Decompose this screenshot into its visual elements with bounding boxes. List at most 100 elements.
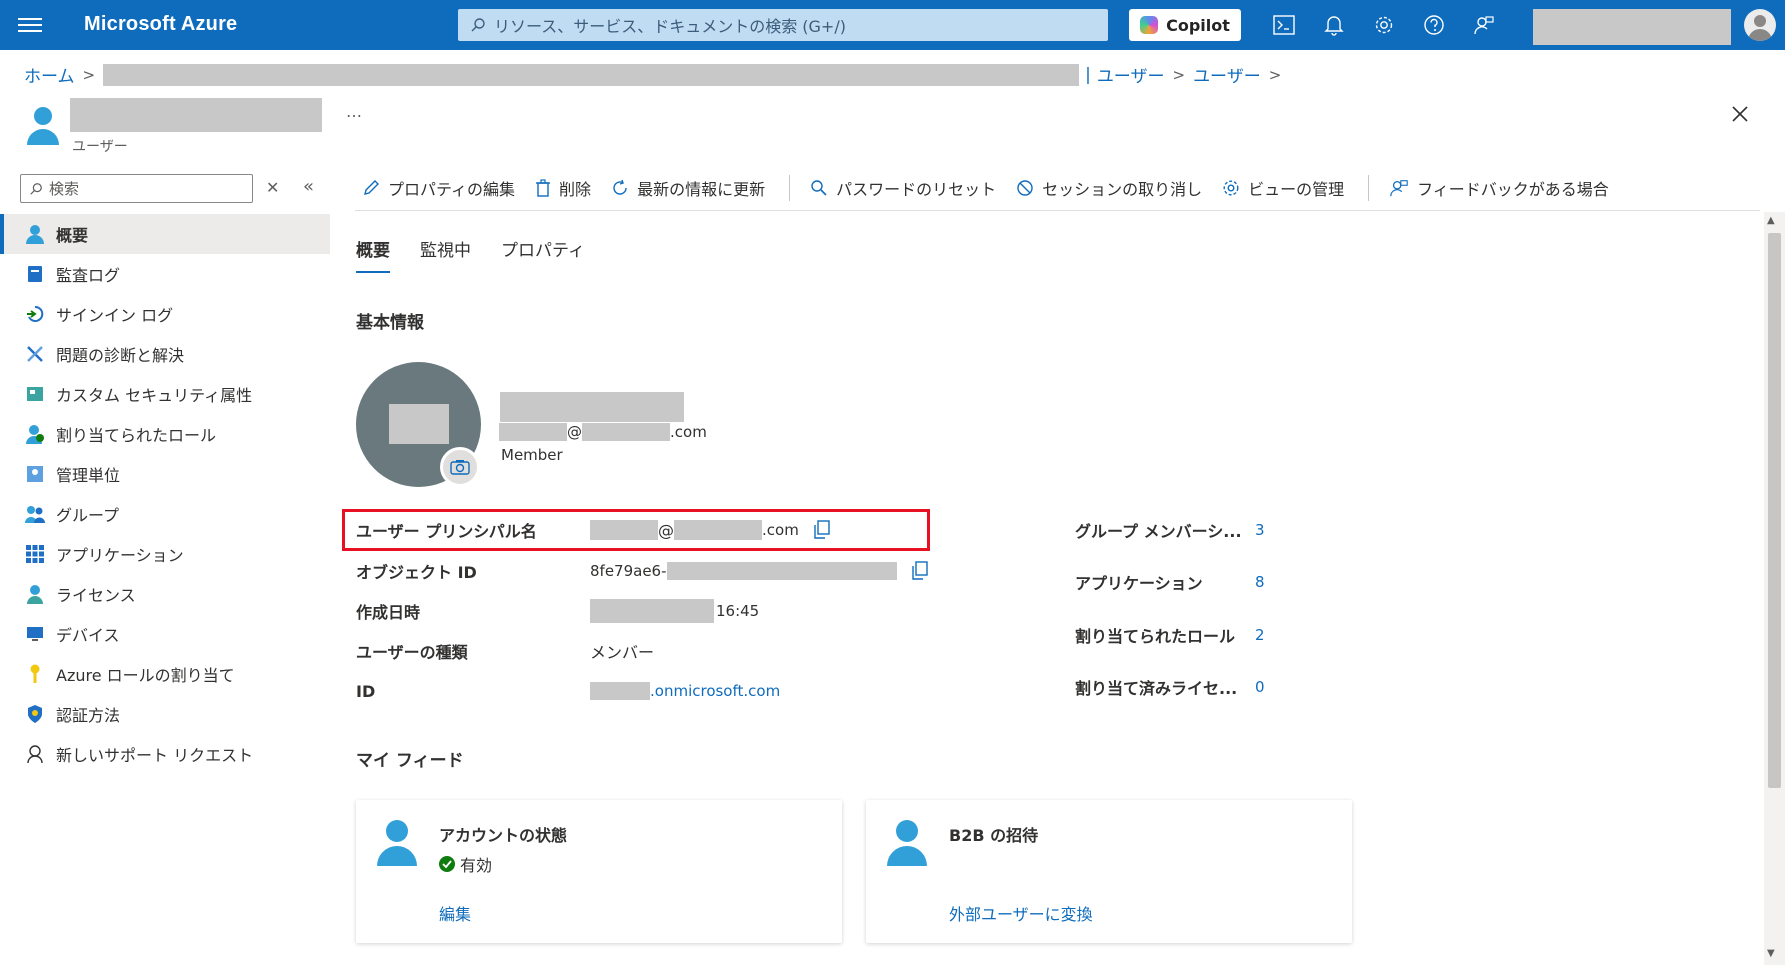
revoke-sessions-button[interactable]: セッションの取り消し (1016, 176, 1202, 200)
object-id-prefix: 8fe79ae6- (590, 562, 667, 580)
pencil-icon (364, 180, 379, 195)
close-icon[interactable] (1730, 104, 1750, 124)
sidebar-item-applications[interactable]: アプリケーション (0, 534, 330, 574)
sidebar-item-devices[interactable]: デバイス (0, 614, 330, 654)
breadcrumb-users-2[interactable]: ユーザー (1193, 62, 1261, 87)
clear-search-icon[interactable]: ✕ (266, 178, 279, 197)
upn-local-redacted (590, 520, 658, 540)
breadcrumb-home[interactable]: ホーム (24, 62, 75, 87)
edit-properties-button[interactable]: プロパティの編集 (362, 176, 515, 200)
hamburger-menu-icon[interactable] (18, 14, 42, 36)
help-icon[interactable] (1422, 13, 1446, 37)
tab-properties[interactable]: プロパティ (501, 236, 585, 273)
object-id-label: オブジェクト ID (356, 563, 477, 582)
scrollbar-thumb[interactable] (1768, 233, 1781, 788)
account-status-text: 有効 (460, 856, 493, 875)
bell-icon[interactable] (1322, 13, 1346, 37)
breadcrumb-redacted[interactable] (103, 63, 1080, 86)
gear-icon[interactable] (1372, 13, 1396, 37)
stat-assigned-roles[interactable]: 割り当てられたロール 2 (1075, 623, 1275, 647)
account-info-redacted[interactable] (1533, 9, 1731, 45)
object-id-redacted (666, 562, 897, 580)
stat-value[interactable]: 0 (1255, 678, 1265, 696)
stat-licenses[interactable]: 割り当て済みライセ... 0 (1075, 675, 1275, 699)
my-feed-title: マイ フィード (356, 751, 464, 771)
global-search-input[interactable]: リソース、サービス、ドキュメントの検索 (G+/) (458, 9, 1108, 41)
sidebar-item-support[interactable]: 新しいサポート リクエスト (0, 734, 330, 774)
more-options-button[interactable]: … (346, 102, 363, 121)
feedback-icon[interactable] (1472, 13, 1496, 37)
identity-domain[interactable]: .onmicrosoft.com (650, 682, 780, 700)
email-host-redacted (582, 423, 670, 441)
shield-icon (25, 704, 45, 724)
audit-log-icon (25, 264, 45, 284)
toolbar-separator (355, 210, 1760, 211)
copy-icon[interactable] (911, 561, 929, 581)
breadcrumb-users-1[interactable]: ユーザー (1097, 62, 1165, 87)
tab-overview[interactable]: 概要 (356, 236, 390, 273)
identity-redacted (590, 682, 650, 700)
sidebar-search-placeholder: 検索 (49, 180, 80, 198)
edit-account-link[interactable]: 編集 (439, 901, 471, 925)
account-avatar[interactable] (1744, 9, 1776, 41)
manage-view-button[interactable]: ビューの管理 (1222, 176, 1344, 200)
portal-brand[interactable]: Microsoft Azure (84, 13, 237, 36)
sidebar-item-groups[interactable]: グループ (0, 494, 330, 534)
reset-password-button[interactable]: パスワードのリセット (810, 176, 996, 200)
refresh-label: 最新の情報に更新 (637, 180, 766, 199)
sidebar-item-auth-methods[interactable]: 認証方法 (0, 694, 330, 734)
sign-in-icon (25, 304, 45, 324)
identity-value[interactable]: .onmicrosoft.com (590, 682, 780, 700)
member-label: Member (501, 446, 563, 464)
manage-view-label: ビューの管理 (1248, 180, 1345, 199)
profile-name-redacted (500, 392, 684, 422)
cloud-shell-icon[interactable] (1272, 13, 1296, 37)
refresh-button[interactable]: 最新の情報に更新 (611, 176, 765, 200)
created-row: 作成日時 16:45 (356, 599, 956, 623)
sidebar-search-input[interactable]: 検索 (20, 174, 253, 203)
sidebar-item-label: 問題の診断と解決 (56, 346, 185, 365)
stat-groups[interactable]: グループ メンバーシ... 3 (1075, 518, 1275, 542)
scroll-down-icon[interactable]: ▼ (1767, 948, 1775, 959)
sidebar-item-overview[interactable]: 概要 (0, 214, 330, 254)
check-circle-icon (439, 856, 455, 872)
top-bar: Microsoft Azure リソース、サービス、ドキュメントの検索 (G+/… (0, 0, 1785, 50)
sidebar-item-audit-log[interactable]: 監査ログ (0, 254, 330, 294)
sidebar-item-licenses[interactable]: ライセンス (0, 574, 330, 614)
delete-label: 削除 (559, 180, 592, 199)
account-status-title: アカウントの状態 (439, 826, 568, 845)
sidebar-item-custom-security[interactable]: カスタム セキュリティ属性 (0, 374, 330, 414)
upn-value: @ .com (590, 520, 831, 540)
collapse-sidebar-icon[interactable]: « (303, 176, 314, 197)
camera-icon[interactable] (440, 447, 480, 487)
wrench-icon (25, 344, 45, 364)
email-domain: .com (670, 423, 707, 441)
apps-grid-icon (25, 544, 45, 564)
sidebar-item-azure-roles[interactable]: Azure ロールの割り当て (0, 654, 330, 694)
sidebar-item-assigned-roles[interactable]: 割り当てられたロール (0, 414, 330, 454)
copilot-button[interactable]: Copilot (1129, 9, 1241, 41)
delete-button[interactable]: 削除 (535, 176, 591, 200)
sidebar-item-diagnose[interactable]: 問題の診断と解決 (0, 334, 330, 374)
copy-icon[interactable] (813, 520, 831, 540)
convert-external-user-link[interactable]: 外部ユーザーに変換 (949, 901, 1093, 925)
email-at: @ (567, 423, 582, 441)
stat-value[interactable]: 2 (1255, 626, 1265, 644)
stat-applications[interactable]: アプリケーション 8 (1075, 570, 1275, 594)
user-type-value: メンバー (590, 643, 655, 662)
scroll-up-icon[interactable]: ▲ (1767, 215, 1775, 226)
feedback-button[interactable]: フィードバックがある場合 (1389, 176, 1609, 200)
tab-monitoring[interactable]: 監視中 (420, 236, 471, 273)
sidebar-item-admin-units[interactable]: 管理単位 (0, 454, 330, 494)
sidebar-item-sign-in-log[interactable]: サインイン ログ (0, 294, 330, 334)
stat-value[interactable]: 3 (1255, 521, 1265, 539)
object-id-value: 8fe79ae6- (590, 561, 929, 581)
user-icon (376, 818, 418, 870)
stat-value[interactable]: 8 (1255, 573, 1265, 591)
security-attribute-icon (25, 384, 45, 404)
object-id-row: オブジェクト ID 8fe79ae6- (356, 559, 956, 583)
refresh-icon (613, 179, 627, 195)
reset-password-label: パスワードのリセット (836, 180, 997, 199)
created-date-redacted (590, 599, 714, 623)
block-icon (1017, 180, 1033, 196)
